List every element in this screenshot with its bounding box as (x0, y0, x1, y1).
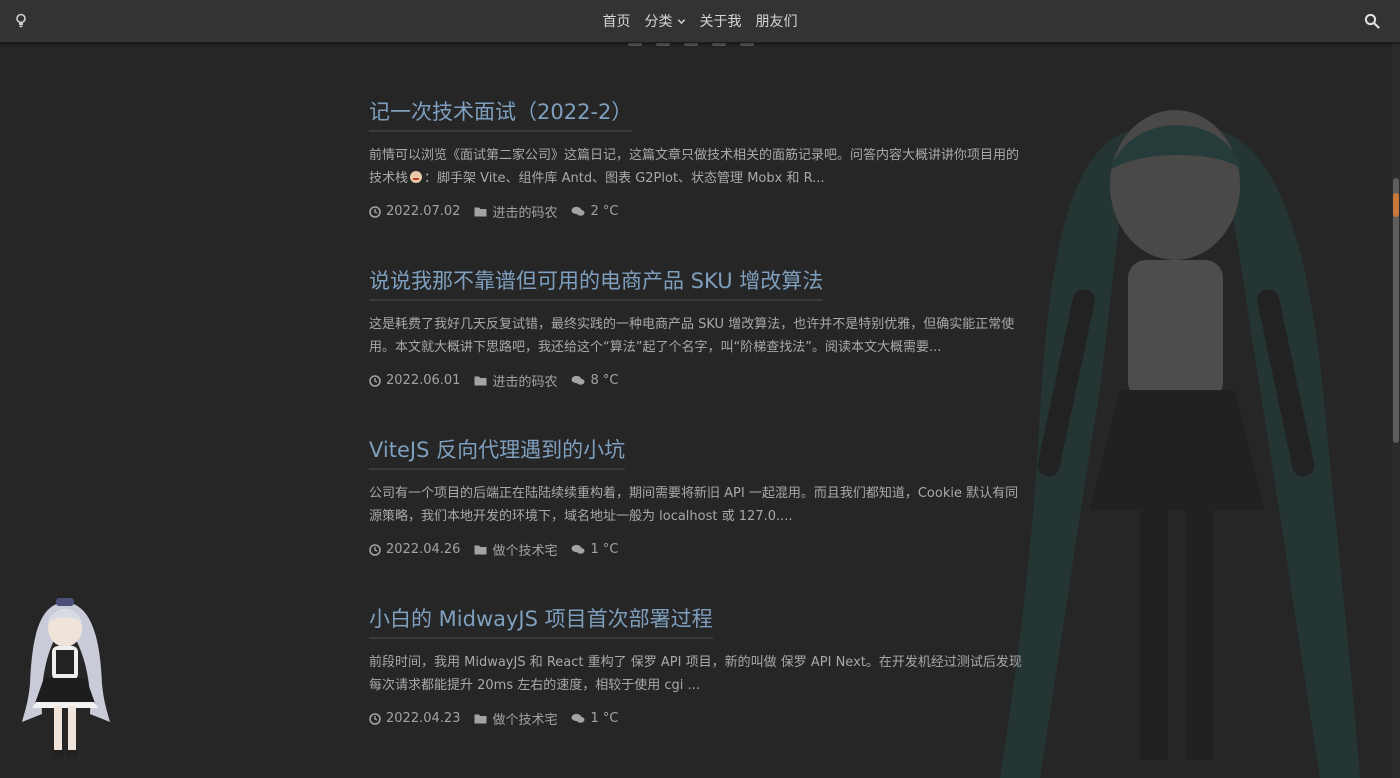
scrollbar-thumb[interactable] (1393, 178, 1399, 443)
post-category-text: 进击的码农 (492, 206, 558, 221)
post-comments[interactable]: 1 °C (571, 542, 618, 557)
post-title-link[interactable]: 记一次技术面试（2022-2） (369, 96, 633, 132)
post-comments[interactable]: 2 °C (571, 204, 618, 219)
post-excerpt: 前段时间，我用 MidwayJS 和 React 重构了 保罗 API 项目，新… (369, 655, 1022, 693)
clock-icon (369, 712, 381, 725)
clock-icon (369, 205, 381, 218)
folder-icon (474, 714, 487, 724)
post-item: 小白的 MidwayJS 项目首次部署过程 前段时间，我用 MidwayJS 和… (369, 603, 1029, 772)
folder-icon (474, 545, 487, 555)
search-icon[interactable] (1364, 13, 1380, 29)
nav-item-home[interactable]: 首页 (603, 11, 631, 31)
post-category-text: 进击的码农 (492, 375, 558, 390)
nav-item-about[interactable]: 关于我 (700, 11, 742, 31)
post-meta: 2022.06.01 进击的码农 8 °C (369, 371, 1029, 390)
post-excerpt: 这是耗费了我好几天反复试错，最终实践的一种电商产品 SKU 增改算法，也许并不是… (369, 317, 1015, 355)
post-excerpt: 公司有一个项目的后端正在陆陆续续重构着，期间需要将新旧 API 一起混用。而且我… (369, 486, 1019, 524)
nav-menu: 首页 分类 关于我 朋友们 (0, 0, 1400, 42)
comments-icon (571, 713, 585, 723)
post-item: 说说我那不靠谱但可用的电商产品 SKU 增改算法 这是耗费了我好几天反复试错，最… (369, 265, 1029, 434)
post-item: 记一次技术面试（2022-2） 前情可以浏览《面试第二家公司》这篇日记，这篇文章… (369, 96, 1029, 265)
nav-item-categories[interactable]: 分类 (645, 11, 686, 31)
post-comments-text: 2 °C (590, 204, 619, 219)
post-category[interactable]: 进击的码农 (474, 202, 557, 221)
post-comments-text: 1 °C (590, 711, 619, 726)
post-category[interactable]: 做个技术宅 (474, 709, 557, 728)
folder-icon (474, 376, 487, 386)
post-title-link[interactable]: 说说我那不靠谱但可用的电商产品 SKU 增改算法 (369, 265, 824, 301)
post-meta: 2022.07.02 进击的码农 2 °C (369, 202, 1029, 221)
post-comments[interactable]: 8 °C (571, 373, 618, 388)
post-title-link[interactable]: ViteJS 反向代理遇到的小坑 (369, 434, 626, 470)
smiling-face-emoji-icon (410, 171, 423, 183)
post-comments-text: 1 °C (590, 542, 619, 557)
post-item: ViteJS 反向代理遇到的小坑 公司有一个项目的后端正在陆陆续续重构着，期间需… (369, 434, 1029, 603)
post-date: 2022.07.02 (369, 204, 460, 219)
post-title-link[interactable]: 小白的 MidwayJS 项目首次部署过程 (369, 603, 713, 639)
post-category-text: 做个技术宅 (492, 544, 558, 559)
page-scrollbar[interactable] (1392, 43, 1400, 778)
folder-icon (474, 207, 487, 217)
post-excerpt: 前情可以浏览《面试第二家公司》这篇日记，这篇文章只做技术相关的面筋记录吧。问答内… (369, 144, 1029, 190)
post-category-text: 做个技术宅 (492, 713, 558, 728)
post-meta: 2022.04.26 做个技术宅 1 °C (369, 540, 1029, 559)
post-category[interactable]: 做个技术宅 (474, 540, 557, 559)
post-meta: 2022.04.23 做个技术宅 1 °C (369, 709, 1029, 728)
post-date-text: 2022.07.02 (386, 204, 461, 219)
chevron-down-icon (677, 18, 685, 24)
post-date: 2022.06.01 (369, 373, 460, 388)
comments-icon (571, 544, 585, 554)
post-list: 记一次技术面试（2022-2） 前情可以浏览《面试第二家公司》这篇日记，这篇文章… (369, 96, 1029, 772)
background-character-illustration (1000, 110, 1360, 778)
comments-icon (571, 375, 585, 385)
comments-icon (571, 206, 585, 216)
post-date: 2022.04.26 (369, 542, 460, 557)
post-excerpt-text-continued: ：脚手架 Vite、组件库 Antd、图表 G2Plot、状态管理 Mobx 和… (424, 171, 825, 186)
post-date-text: 2022.04.26 (386, 542, 461, 557)
post-date-text: 2022.06.01 (386, 373, 461, 388)
nav-item-categories-label: 分类 (644, 14, 673, 30)
post-comments[interactable]: 1 °C (571, 711, 618, 726)
post-date-text: 2022.04.23 (386, 711, 461, 726)
nav-item-friends[interactable]: 朋友们 (756, 11, 798, 31)
post-comments-text: 8 °C (590, 373, 619, 388)
clock-icon (369, 374, 381, 387)
post-category[interactable]: 进击的码农 (474, 371, 557, 390)
post-date: 2022.04.23 (369, 711, 460, 726)
mascot-character[interactable] (20, 594, 110, 764)
top-navbar: 首页 分类 关于我 朋友们 (0, 0, 1400, 43)
scroll-position-marker (1393, 193, 1399, 217)
clock-icon (369, 543, 381, 556)
